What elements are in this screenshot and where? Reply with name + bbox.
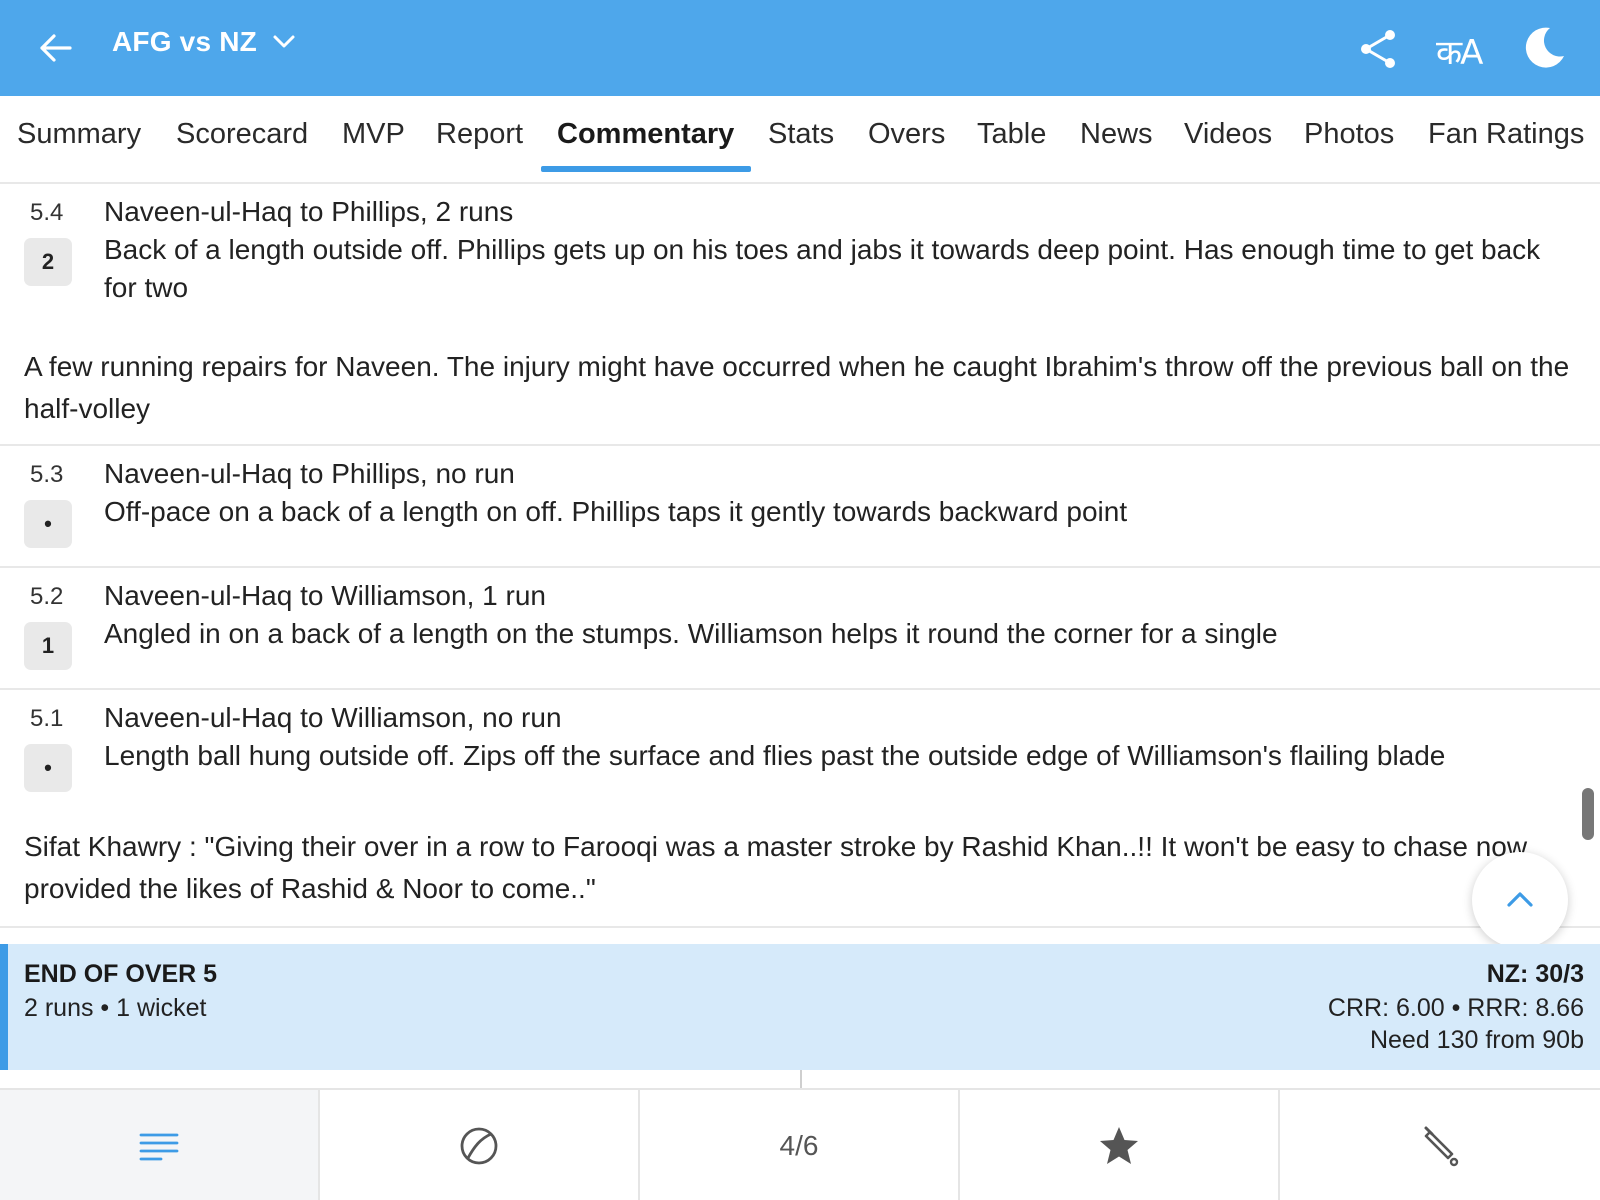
tab-photos[interactable]: Photos (1304, 118, 1394, 151)
bottom-toolbar: 4/6 (0, 1088, 1600, 1200)
ball-description: Off-pace on a back of a length on off. P… (104, 496, 1128, 527)
target-requirement: Need 130 from 90b (1369, 1026, 1584, 1054)
over-summary: 2 runs • 1 wicket (24, 994, 207, 1022)
ball-description: Length ball hung outside off. Zips off t… (104, 740, 1446, 771)
chevron-up-icon (1507, 892, 1533, 907)
ball-result-badge: • (24, 744, 72, 792)
cricket-ball-icon (460, 1127, 498, 1165)
run-rates: CRR: 6.00 • RRR: 8.66 (1327, 994, 1584, 1022)
active-tab-indicator (541, 166, 751, 172)
divider (0, 444, 1600, 446)
tab-stats[interactable]: Stats (768, 118, 834, 151)
language-toggle[interactable]: कA (1436, 28, 1483, 74)
star-icon (1100, 1127, 1138, 1164)
filter-commentary-button[interactable] (0, 1090, 320, 1200)
chevron-down-icon (273, 35, 295, 48)
team-score: NZ: 30/3 (1486, 960, 1584, 988)
tab-videos[interactable]: Videos (1184, 118, 1272, 151)
fan-comment: Sifat Khawry : "Giving their over in a r… (24, 831, 1528, 904)
scrollbar-thumb[interactable] (1582, 788, 1594, 840)
divider (800, 1070, 802, 1088)
ball-result-badge: • (24, 500, 72, 548)
end-of-over-title: END OF OVER 5 (24, 960, 218, 988)
app-header: AFG vs NZ कA (0, 0, 1600, 96)
ball-headline: Naveen-ul-Haq to Phillips, 2 runs (104, 196, 514, 227)
tab-table[interactable]: Table (977, 118, 1046, 151)
ball-result-badge: 2 (24, 238, 72, 286)
over-number: 5.3 (30, 461, 64, 488)
share-icon[interactable] (1356, 26, 1402, 72)
tab-fan-ratings[interactable]: Fan Ratings (1428, 118, 1584, 151)
commentary-feed: 5.4 2 Naveen-ul-Haq to Phillips, 2 runs … (0, 184, 1600, 944)
match-title: AFG vs NZ (112, 26, 257, 57)
divider (0, 688, 1600, 690)
over-number: 5.2 (30, 583, 64, 610)
over-number: 5.4 (30, 199, 64, 226)
tab-report[interactable]: Report (436, 118, 523, 151)
ball-headline: Naveen-ul-Haq to Williamson, no run (104, 702, 562, 733)
tab-scorecard[interactable]: Scorecard (176, 118, 308, 151)
ball-headline: Naveen-ul-Haq to Phillips, no run (104, 458, 515, 489)
menu-lines-icon (139, 1133, 179, 1161)
tab-bar: Summary Scorecard MVP Report Commentary … (0, 96, 1600, 184)
ball-description: Angled in on a back of a length on the s… (104, 618, 1278, 649)
page-indicator[interactable]: 4/6 (640, 1090, 960, 1200)
tab-news[interactable]: News (1080, 118, 1153, 151)
divider (0, 566, 1600, 568)
over-number: 5.1 (30, 705, 64, 732)
end-of-over-summary: END OF OVER 5 2 runs • 1 wicket NZ: 30/3… (0, 944, 1600, 1070)
tab-summary[interactable]: Summary (17, 118, 141, 151)
highlights-button[interactable] (960, 1090, 1280, 1200)
ball-filter-button[interactable] (320, 1090, 640, 1200)
match-selector[interactable]: AFG vs NZ (112, 26, 297, 58)
tab-commentary[interactable]: Commentary (557, 118, 734, 151)
dark-mode-moon-icon[interactable] (1520, 24, 1568, 72)
tab-mvp[interactable]: MVP (342, 118, 405, 151)
page-indicator-text: 4/6 (779, 1130, 819, 1161)
commentary-note: A few running repairs for Naveen. The in… (24, 351, 1570, 424)
cricket-bat-icon (1424, 1126, 1459, 1167)
ball-result-badge: 1 (24, 622, 72, 670)
batting-button[interactable] (1280, 1090, 1600, 1200)
back-arrow-icon[interactable] (36, 28, 76, 68)
divider (0, 926, 1600, 928)
ball-headline: Naveen-ul-Haq to Williamson, 1 run (104, 580, 546, 611)
scroll-to-top-button[interactable] (1472, 852, 1568, 948)
tab-overs[interactable]: Overs (868, 118, 945, 151)
ball-description: Back of a length outside off. Phillips g… (104, 234, 1541, 303)
